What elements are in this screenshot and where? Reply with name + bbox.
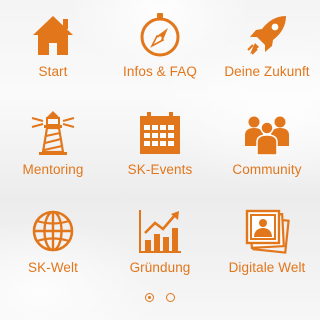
tile-mentoring[interactable]: Mentoring bbox=[0, 98, 106, 194]
tile-label: Mentoring bbox=[22, 162, 84, 177]
tile-deine-zukunft[interactable]: Deine Zukunft bbox=[214, 0, 320, 96]
page-dot-1[interactable] bbox=[145, 293, 154, 302]
people-icon bbox=[242, 108, 292, 158]
tile-label: Deine Zukunft bbox=[224, 64, 310, 79]
home-icon bbox=[28, 10, 78, 60]
growth-chart-icon bbox=[135, 206, 185, 256]
tile-gruendung[interactable]: Gründung bbox=[107, 196, 213, 292]
tile-label: SK-Welt bbox=[28, 260, 78, 275]
tile-label: Community bbox=[232, 162, 302, 177]
tile-sk-events[interactable]: SK-Events bbox=[107, 98, 213, 194]
tile-start[interactable]: Start bbox=[0, 0, 106, 96]
app-grid: Start Infos & FAQ Deine Zukunft Mentorin… bbox=[0, 0, 320, 290]
page-indicator bbox=[0, 293, 320, 307]
tile-label: SK-Events bbox=[127, 162, 193, 177]
compass-icon bbox=[135, 10, 185, 60]
tile-label: Start bbox=[38, 64, 68, 79]
tile-label: Digitale Welt bbox=[228, 260, 306, 275]
rocket-icon bbox=[242, 10, 292, 60]
photo-gallery-icon bbox=[242, 206, 292, 256]
globe-icon bbox=[28, 206, 78, 256]
tile-infos-faq[interactable]: Infos & FAQ bbox=[107, 0, 213, 96]
tile-label: Gründung bbox=[129, 260, 191, 275]
tile-sk-welt[interactable]: SK-Welt bbox=[0, 196, 106, 292]
page-dot-2[interactable] bbox=[166, 293, 175, 302]
tile-digitale-welt[interactable]: Digitale Welt bbox=[214, 196, 320, 292]
lighthouse-icon bbox=[28, 108, 78, 158]
tile-label: Infos & FAQ bbox=[123, 64, 197, 79]
tile-community[interactable]: Community bbox=[214, 98, 320, 194]
calendar-icon bbox=[135, 108, 185, 158]
